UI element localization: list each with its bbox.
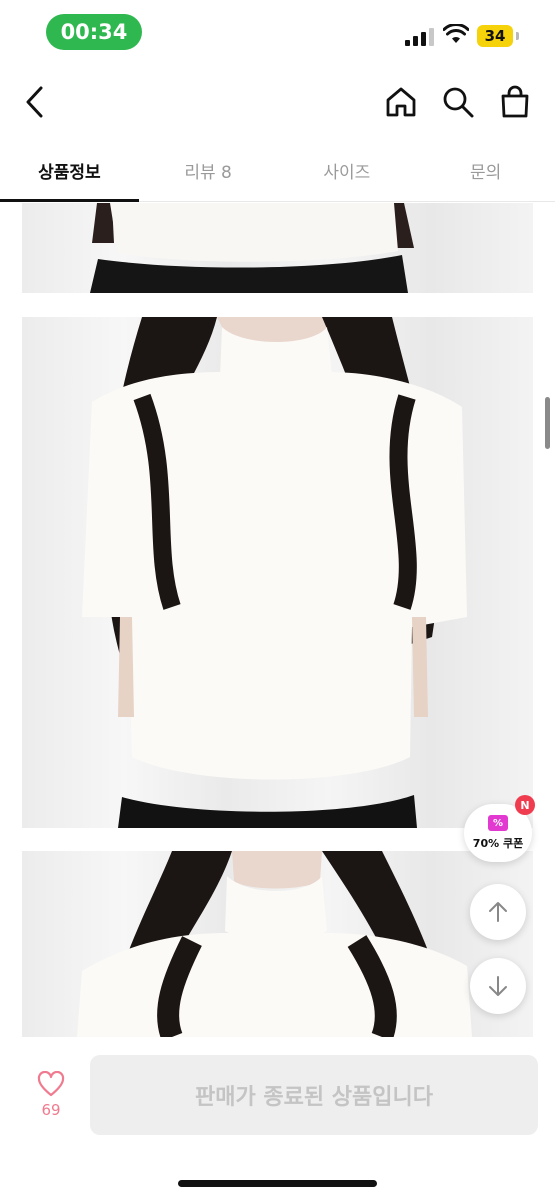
new-badge: N bbox=[515, 795, 535, 815]
tab-size[interactable]: 사이즈 bbox=[278, 140, 417, 201]
status-time: 00:34 bbox=[46, 14, 142, 50]
coupon-ticket-icon: % bbox=[488, 815, 508, 831]
arrow-down-icon bbox=[489, 976, 507, 996]
sold-out-button[interactable]: 판매가 종료된 상품입니다 bbox=[90, 1055, 538, 1135]
home-button[interactable] bbox=[380, 82, 422, 122]
search-button[interactable] bbox=[437, 82, 479, 122]
home-indicator bbox=[178, 1180, 377, 1187]
product-tabs: 상품정보 리뷰 8 사이즈 문의 bbox=[0, 140, 555, 202]
shopping-bag-icon bbox=[501, 85, 529, 118]
search-icon bbox=[443, 87, 474, 118]
wifi-icon bbox=[443, 24, 469, 43]
tab-reviews[interactable]: 리뷰 8 bbox=[139, 140, 278, 201]
heart-icon bbox=[37, 1071, 65, 1097]
scroll-down-button[interactable] bbox=[470, 958, 526, 1014]
product-image-3 bbox=[22, 851, 533, 1037]
arrow-up-icon bbox=[489, 902, 507, 922]
product-image-1 bbox=[22, 203, 533, 293]
cart-button[interactable] bbox=[494, 82, 536, 122]
cellular-signal-icon bbox=[405, 28, 435, 46]
status-bar: 00:34 34 bbox=[0, 0, 555, 60]
tab-product-info[interactable]: 상품정보 bbox=[0, 140, 139, 202]
like-button[interactable]: 69 bbox=[28, 1071, 74, 1119]
back-button[interactable] bbox=[18, 82, 52, 122]
scrollbar-thumb[interactable] bbox=[545, 397, 550, 449]
product-image-2 bbox=[22, 317, 533, 828]
product-page: 00:34 34 상품정보 리뷰 8 사이즈 문의 % 70% 쿠폰 N 69 … bbox=[0, 0, 555, 1200]
battery-level: 34 bbox=[477, 25, 513, 47]
home-icon bbox=[386, 87, 416, 117]
nav-bar bbox=[0, 70, 555, 134]
coupon-label: 70% 쿠폰 bbox=[472, 837, 524, 850]
tab-inquiry[interactable]: 문의 bbox=[416, 140, 555, 201]
bottom-action-bar: 69 판매가 종료된 상품입니다 bbox=[0, 1037, 555, 1200]
like-count: 69 bbox=[41, 1101, 61, 1119]
battery-nub bbox=[516, 32, 519, 40]
chevron-left-icon bbox=[26, 86, 43, 118]
scroll-up-button[interactable] bbox=[470, 884, 526, 940]
